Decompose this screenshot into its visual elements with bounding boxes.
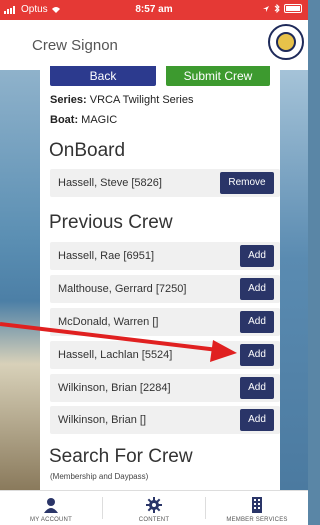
club-logo: [268, 24, 304, 60]
battery-icon: [284, 4, 302, 13]
person-icon: [44, 498, 58, 513]
remove-button[interactable]: Remove: [220, 172, 274, 194]
add-button[interactable]: Add: [240, 344, 274, 366]
nav-member-services[interactable]: MEMBER SERVICES: [206, 491, 308, 525]
onboard-row: Hassell, Steve [5826] Remove: [50, 169, 280, 197]
building-icon: [252, 497, 262, 513]
gear-icon: [146, 497, 162, 513]
boat-value: MAGIC: [81, 114, 118, 126]
status-right: [262, 4, 302, 13]
app-header: Crew Signon: [0, 20, 308, 70]
previous-crew-row: Wilkinson, Brian [] Add: [50, 406, 280, 434]
series-info: Series: VRCA Twilight Series: [50, 94, 194, 106]
boat-label: Boat:: [50, 114, 79, 126]
background-left: [0, 70, 40, 490]
location-icon: [263, 5, 269, 12]
add-button[interactable]: Add: [240, 245, 274, 267]
previous-crew-row: Malthouse, Gerrard [7250] Add: [50, 275, 280, 303]
page-title: Crew Signon: [32, 37, 118, 54]
nav-my-account[interactable]: MY ACCOUNT: [0, 491, 102, 525]
add-button[interactable]: Add: [240, 311, 274, 333]
back-button[interactable]: Back: [50, 66, 156, 86]
previous-crew-row: Wilkinson, Brian [2284] Add: [50, 374, 280, 402]
onboard-heading: OnBoard: [49, 140, 126, 161]
series-label: Series:: [50, 94, 87, 106]
previous-crew-heading: Previous Crew: [49, 212, 173, 233]
crew-signon-panel: Back Submit Crew Series: VRCA Twilight S…: [40, 66, 280, 490]
add-button[interactable]: Add: [240, 409, 274, 431]
nav-content[interactable]: CONTENT: [103, 491, 205, 525]
previous-crew-row: Hassell, Lachlan [5524] Add: [50, 341, 280, 369]
crew-name: Hassell, Rae [6951]: [58, 250, 154, 262]
status-bar: Optus 8:57 am: [0, 0, 308, 20]
search-subtitle: (Membership and Daypass): [50, 472, 149, 481]
bottom-nav: MY ACCOUNT CONTENT MEMBER SERVICES: [0, 490, 308, 525]
crew-name: McDonald, Warren []: [58, 316, 159, 328]
crew-name: Hassell, Lachlan [5524]: [58, 349, 173, 361]
crew-name: Wilkinson, Brian []: [58, 414, 147, 426]
crew-name: Malthouse, Gerrard [7250]: [58, 283, 187, 295]
search-heading: Search For Crew: [49, 446, 193, 467]
background-right: [280, 70, 308, 490]
nav-label: MEMBER SERVICES: [226, 517, 288, 523]
add-button[interactable]: Add: [240, 377, 274, 399]
bluetooth-icon: [274, 4, 280, 13]
submit-crew-button[interactable]: Submit Crew: [166, 66, 270, 86]
previous-crew-row: McDonald, Warren [] Add: [50, 308, 280, 336]
previous-crew-row: Hassell, Rae [6951] Add: [50, 242, 280, 270]
club-logo-emblem: [276, 32, 296, 52]
crew-name: Wilkinson, Brian [2284]: [58, 382, 171, 394]
crew-name: Hassell, Steve [5826]: [58, 177, 162, 189]
action-bar: Back Submit Crew: [50, 66, 270, 88]
series-value: VRCA Twilight Series: [89, 94, 194, 106]
nav-label: MY ACCOUNT: [30, 517, 72, 523]
boat-info: Boat: MAGIC: [50, 114, 117, 126]
add-button[interactable]: Add: [240, 278, 274, 300]
nav-label: CONTENT: [138, 517, 170, 523]
